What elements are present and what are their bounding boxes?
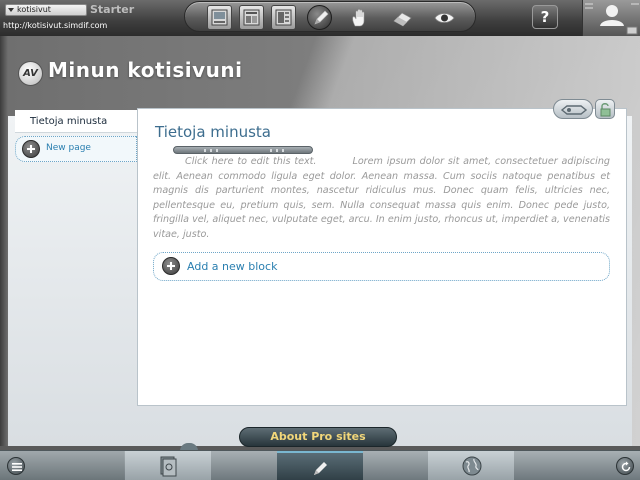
user-icon <box>585 3 639 35</box>
key-icon <box>560 105 588 115</box>
refresh-button[interactable] <box>616 457 634 475</box>
text-block[interactable]: Click here to edit this text. Lorem ipsum… <box>153 155 610 243</box>
page-lock-button[interactable] <box>595 99 615 119</box>
globe-icon <box>462 456 482 476</box>
layout-columns-button[interactable] <box>239 5 264 30</box>
editor-toolbar <box>184 1 476 32</box>
delete-mode-button[interactable] <box>389 5 414 30</box>
add-block-button[interactable]: Add a new block <box>153 252 610 281</box>
page-icon <box>160 456 177 477</box>
add-block-label: Add a new block <box>187 260 278 273</box>
top-bar: kotisivut Starter http://kotisivut.simdi… <box>0 0 640 36</box>
menu-icon <box>12 463 22 471</box>
new-page-label: New page <box>46 143 91 153</box>
chevron-down-icon <box>8 8 14 12</box>
layout-columns-icon <box>243 9 260 26</box>
page-tools <box>553 99 617 119</box>
site-title[interactable]: Minun kotisivuni <box>48 58 242 82</box>
layout-page-button[interactable] <box>271 5 296 30</box>
site-url[interactable]: http://kotisivut.simdif.com <box>3 21 107 30</box>
eraser-icon <box>393 12 412 27</box>
preview-mode-button[interactable] <box>431 5 456 30</box>
eye-icon <box>434 13 455 23</box>
page-link-button[interactable] <box>553 99 593 119</box>
tab-publish[interactable] <box>428 451 514 480</box>
refresh-icon <box>621 461 631 472</box>
menu-button[interactable] <box>7 457 25 475</box>
edit-text-hint[interactable]: Click here to edit this text. <box>153 156 352 167</box>
plan-label: Starter <box>90 3 135 16</box>
tab-edit[interactable] <box>277 451 363 480</box>
hand-icon <box>352 9 365 27</box>
pencil-icon <box>314 462 327 475</box>
tab-pages[interactable] <box>125 451 211 480</box>
sidebar-item-tietoja-minusta[interactable]: Tietoja minusta <box>15 110 137 133</box>
plus-icon <box>162 257 180 275</box>
layout-photo-icon <box>211 9 228 26</box>
edit-mode-button[interactable] <box>307 5 332 30</box>
site-logo[interactable]: AV <box>18 61 43 86</box>
lock-icon <box>600 103 611 117</box>
heading-drag-handle[interactable] <box>173 146 313 154</box>
site-selector[interactable]: kotisivut <box>5 4 87 16</box>
plus-icon <box>22 140 40 158</box>
help-button[interactable]: ? <box>532 5 558 29</box>
text-block-body: Lorem ipsum dolor sit amet, consectetuer… <box>153 156 610 240</box>
site-selector-value: kotisivut <box>17 5 51 14</box>
move-mode-button[interactable] <box>347 5 372 30</box>
site-header: AV Minun kotisivuni <box>8 36 632 116</box>
sidebar-nav: Tietoja minusta New page <box>15 110 137 162</box>
pencil-icon <box>314 10 329 25</box>
layout-photo-button[interactable] <box>207 5 232 30</box>
new-page-button[interactable]: New page <box>15 136 137 162</box>
page-heading[interactable]: Tietoja minusta <box>155 123 271 141</box>
layout-page-icon <box>275 9 292 26</box>
about-pro-button[interactable]: About Pro sites <box>239 427 397 447</box>
bottom-bar <box>0 450 640 480</box>
account-button[interactable] <box>582 0 640 36</box>
